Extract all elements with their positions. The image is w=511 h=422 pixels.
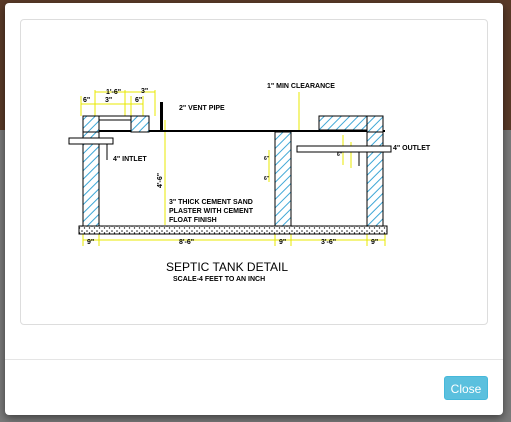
close-button[interactable]: Close xyxy=(444,376,488,400)
manhole-block xyxy=(130,115,150,133)
drawing-canvas: 1'-6" 3" 3" 6" 6" 2" VENT PIPE 1" MIN CL… xyxy=(68,83,431,283)
septic-tank-drawing: 1'-6" 3" 3" 6" 6" 2" VENT PIPE 1" MIN CL… xyxy=(20,19,488,325)
plaster-line-3: FLOAT FINISH xyxy=(169,217,217,224)
inlet-pipe xyxy=(68,137,114,145)
dim-top-3: 3" xyxy=(105,97,112,104)
modal-body: 1'-6" 3" 3" 6" 6" 2" VENT PIPE 1" MIN CL… xyxy=(5,3,503,359)
drawing-scale: SCALE-4 FEET TO AN INCH xyxy=(173,276,265,283)
dim-top-4: 6" xyxy=(83,97,90,104)
clearance-label: 1" MIN CLEARANCE xyxy=(267,83,335,90)
inlet-label: 4" INTLET xyxy=(113,156,147,163)
floor-slab xyxy=(78,225,388,235)
drawing-title: SEPTIC TANK DETAIL xyxy=(166,260,288,274)
dim-top-1: 1'-6" xyxy=(106,89,121,96)
dim-small-2: 6" xyxy=(264,176,270,182)
plaster-line-1: 3" THICK CEMENT SAND xyxy=(169,199,253,206)
dim-top-2: 3" xyxy=(141,88,148,95)
dim-small-3: 6" xyxy=(337,152,343,158)
manhole-cover xyxy=(98,115,132,121)
right-cover-end xyxy=(366,115,384,133)
dim-bot-3: 9" xyxy=(279,239,286,246)
dim-top-5: 6" xyxy=(135,97,142,104)
baffle-wall xyxy=(274,131,292,229)
plaster-line-2: PLASTER WITH CEMENT xyxy=(169,208,254,215)
left-wall xyxy=(82,131,100,229)
dim-bot-2: 8'-6" xyxy=(179,239,194,246)
dim-small-1: 6" xyxy=(264,156,270,162)
right-cover-block xyxy=(318,115,370,131)
dim-height: 4'-6" xyxy=(157,173,164,188)
vent-pipe-label: 2" VENT PIPE xyxy=(179,105,225,112)
dim-bot-1: 9" xyxy=(87,239,94,246)
outlet-label: 4" OUTLET xyxy=(393,145,431,152)
dimension-lines xyxy=(80,90,386,246)
dim-bot-5: 9" xyxy=(371,239,378,246)
vent-pipe xyxy=(160,102,163,130)
modal-footer-divider xyxy=(5,359,503,360)
outlet-pipe xyxy=(296,145,392,153)
dim-bot-4: 3'-6" xyxy=(321,239,336,246)
left-cover-block xyxy=(82,115,100,133)
image-modal: 1'-6" 3" 3" 6" 6" 2" VENT PIPE 1" MIN CL… xyxy=(5,3,503,415)
